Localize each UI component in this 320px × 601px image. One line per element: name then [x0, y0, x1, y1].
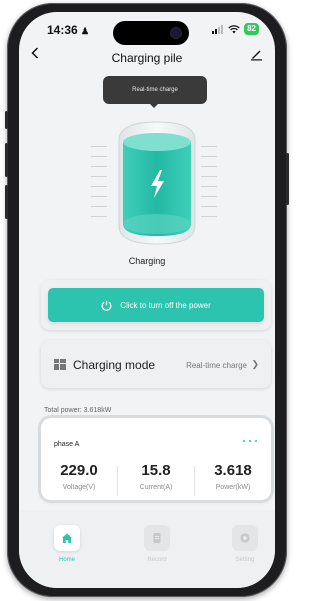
tab-setting-label: Setting: [235, 557, 255, 563]
app-screen: 14:36 ♟ 82 Charging pile Real-time charg…: [19, 12, 275, 588]
dynamic-island: [113, 21, 189, 45]
tab-setting[interactable]: Setting: [225, 525, 265, 563]
voltage-metric: 229.0 Voltage(V): [41, 462, 117, 491]
phase-card: phase A 229.0 Voltage(V) 15.8 Current(A)…: [41, 418, 271, 500]
power-button-label: Click to turn off the power: [120, 300, 211, 310]
volume-up-button: [5, 143, 8, 177]
power-side-button: [286, 153, 289, 205]
more-dots-icon[interactable]: [243, 440, 257, 442]
mode-tooltip: Real-time charge: [103, 76, 207, 104]
left-scale-ticks: [91, 146, 107, 226]
mute-switch: [5, 111, 8, 129]
power-metric: 3.618 Power(kW): [195, 462, 271, 491]
current-value: 15.8: [141, 462, 171, 479]
person-icon: ♟: [81, 26, 90, 36]
power-icon: [101, 300, 112, 311]
charging-mode-value: Real-time charge: [186, 361, 247, 370]
current-label: Current(A): [139, 484, 173, 491]
voltage-value: 229.0: [60, 462, 98, 479]
page-title: Charging pile: [111, 51, 183, 65]
charging-mode-row[interactable]: Charging mode Real-time charge ❯: [41, 340, 271, 388]
tooltip-arrow: [149, 103, 159, 108]
volume-down-button: [5, 185, 8, 219]
tab-home[interactable]: Home: [47, 525, 87, 563]
battery-level: 82: [247, 24, 256, 33]
record-icon: [144, 525, 170, 551]
charging-status: Charging: [128, 256, 166, 266]
power-off-button[interactable]: Click to turn off the power: [48, 288, 264, 322]
charging-cylinder: [117, 118, 197, 253]
voltage-label: Voltage(V): [62, 484, 96, 491]
home-icon: [54, 525, 80, 551]
wifi-icon: [228, 24, 240, 33]
current-metric: 15.8 Current(A): [118, 462, 194, 491]
status-time-text: 14:36: [47, 23, 78, 37]
pencil-icon: [251, 50, 262, 61]
power-label: Power(kW): [215, 484, 251, 491]
phase-name: phase A: [54, 441, 80, 448]
power-value: 3.618: [214, 462, 252, 479]
charging-mode-label: Charging mode: [73, 358, 156, 372]
setting-icon: [232, 525, 258, 551]
chevron-right-icon: ❯: [251, 359, 259, 369]
tab-record[interactable]: Record: [137, 525, 177, 563]
battery-icon: 82: [244, 23, 259, 35]
tab-home-label: Home: [58, 557, 75, 563]
edit-button[interactable]: [250, 48, 263, 66]
grid-mode-icon: [54, 359, 66, 370]
tooltip-text: Real-time charge: [132, 87, 178, 93]
status-indicators: 82: [212, 23, 259, 35]
camera-icon: [170, 27, 182, 39]
tab-record-label: Record: [147, 557, 167, 563]
right-scale-ticks: [201, 146, 217, 226]
signal-icon: [212, 24, 224, 34]
status-time: 14:36 ♟: [47, 23, 89, 37]
total-power: Total power: 3.618kW: [44, 407, 112, 414]
tab-bar: Home Record Setting: [19, 510, 275, 588]
